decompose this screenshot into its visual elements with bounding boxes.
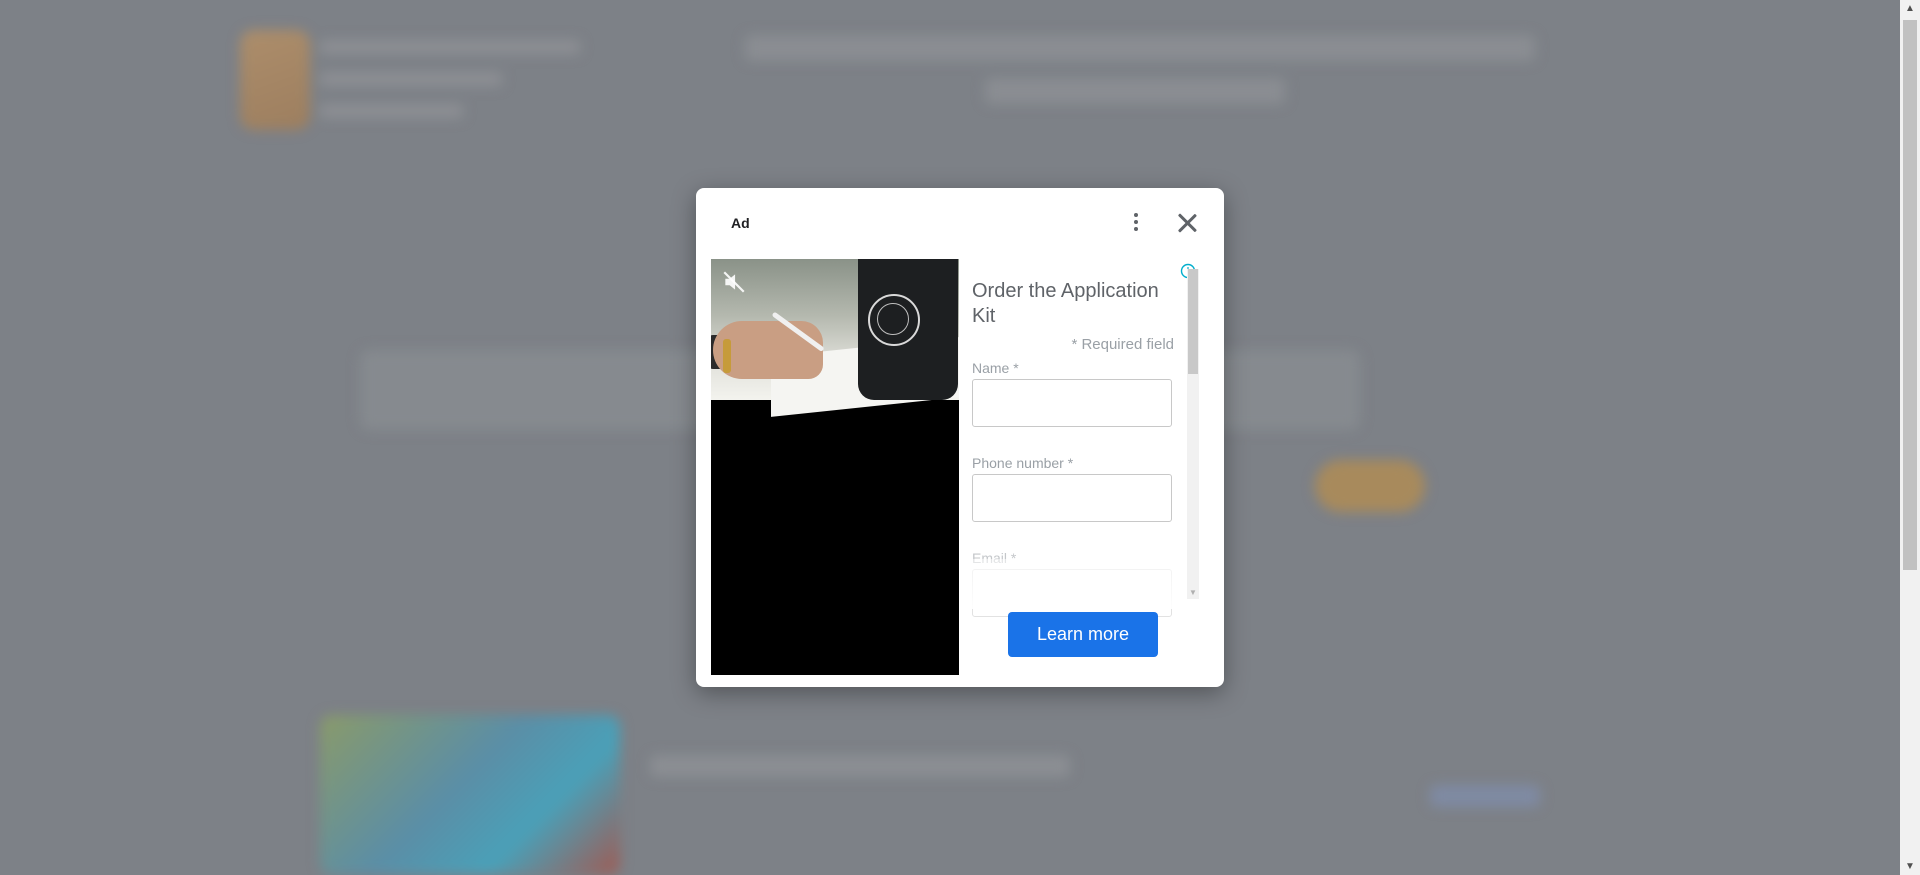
name-label: Name * (972, 360, 1019, 376)
page-scrollbar[interactable]: ▲ ▼ (1900, 0, 1920, 875)
learn-more-button[interactable]: Learn more (1008, 612, 1158, 657)
scroll-down-arrow[interactable]: ▼ (1900, 858, 1920, 875)
background-card-button (1430, 785, 1540, 807)
bottle-image (858, 259, 958, 400)
background-button (1315, 460, 1425, 512)
required-note: * Required field (1071, 336, 1174, 353)
ad-video[interactable] (711, 259, 959, 675)
background-heading (745, 35, 1535, 61)
form-fade (972, 559, 1192, 609)
form-scroll-thumb[interactable] (1188, 269, 1198, 374)
background-heading-line-2 (985, 78, 1285, 104)
background-logo-text (320, 40, 580, 130)
phone-field[interactable] (972, 474, 1172, 522)
scroll-thumb[interactable] (1903, 20, 1917, 570)
background-card-image (320, 715, 620, 875)
ad-label: Ad (731, 215, 750, 231)
name-field[interactable] (972, 379, 1172, 427)
video-frame (711, 259, 959, 417)
seal-emblem (868, 294, 920, 346)
background-card-title (650, 755, 1070, 777)
phone-label: Phone number * (972, 455, 1074, 471)
form-scroll-down-arrow[interactable]: ▼ (1187, 587, 1199, 599)
volume-off-icon[interactable] (721, 269, 747, 295)
close-icon[interactable] (1174, 210, 1200, 236)
form-title: Order the Application Kit (972, 280, 1159, 327)
scroll-up-arrow[interactable]: ▲ (1900, 0, 1920, 17)
form-scrollbar[interactable]: ▼ (1187, 269, 1199, 599)
background-logo (240, 30, 310, 130)
ad-dialog: Ad Order the Application Kit * Required … (696, 188, 1224, 687)
more-vert-icon[interactable] (1126, 210, 1146, 236)
